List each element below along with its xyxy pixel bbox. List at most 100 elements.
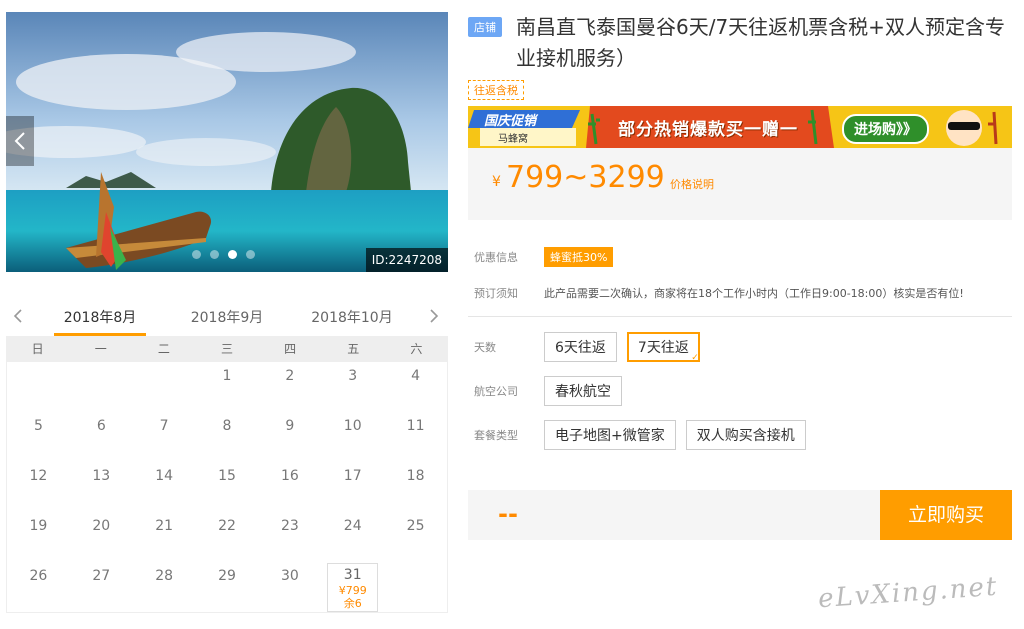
- image-id-label: ID:2247208: [365, 248, 448, 272]
- divider: [468, 316, 1012, 317]
- day-number: 26: [29, 568, 48, 584]
- weekday-label: 六: [410, 342, 423, 356]
- info-section: 优惠信息 蜂蜜抵30% 预订须知 此产品需要二次确认，商家将在18个工作小时内（…: [468, 244, 1014, 306]
- calendar-day: 15: [196, 462, 259, 512]
- day-number: 17: [343, 468, 362, 484]
- calendar-day: 16: [258, 462, 321, 512]
- calendar-day: 9: [258, 412, 321, 462]
- calendar-day: 25: [384, 512, 447, 562]
- title-row: 店铺 南昌直飞泰国曼谷6天/7天往返机票含税+双人预定含专业接机服务）: [468, 12, 1014, 74]
- calendar-day: 19: [7, 512, 70, 562]
- banner-enter-button[interactable]: 进场购》》: [842, 114, 929, 144]
- chevron-right-icon: [430, 309, 439, 323]
- day-number: 8: [222, 418, 232, 434]
- day-number: 24: [343, 518, 362, 534]
- notice-text: 此产品需要二次确认，商家将在18个工作小时内（工作日9:00-18:00）核实是…: [544, 287, 964, 300]
- promo-banner[interactable]: 国庆促销 马蜂窝 部分热销爆款买一赠一 进场购》》: [468, 106, 1012, 148]
- calendar-prev-button[interactable]: [8, 304, 28, 328]
- calendar-next-button[interactable]: [424, 304, 444, 328]
- gallery-dot[interactable]: [228, 250, 237, 259]
- price-explain-link[interactable]: 价格说明: [670, 176, 714, 192]
- day-number: 27: [92, 568, 111, 584]
- gallery-photo: [6, 12, 448, 272]
- weekday-label: 日: [31, 342, 44, 356]
- calendar-day: 29: [196, 562, 259, 612]
- day-number: 4: [411, 368, 421, 384]
- date-calendar: 2018年8月 2018年9月 2018年10月 日一二三四五六 1234567…: [6, 298, 448, 613]
- option-selector: 天数 6天往返 7天往返 航空公司 春秋航空 套餐类型 电子地图+微管家 双人购…: [468, 331, 1014, 451]
- day-number: 14: [155, 468, 174, 484]
- gallery-dot[interactable]: [210, 250, 219, 259]
- chevron-left-icon: [13, 309, 22, 323]
- day-number: 15: [218, 468, 236, 484]
- option-map-butler[interactable]: 电子地图+微管家: [544, 420, 676, 450]
- calendar-day: 20: [70, 512, 133, 562]
- photo-gallery: ID:2247208: [6, 12, 448, 272]
- chevron-left-icon: [14, 132, 25, 150]
- month-tab-2[interactable]: 2018年9月: [181, 307, 273, 327]
- day-number: 7: [159, 418, 169, 434]
- calendar-day: 22: [196, 512, 259, 562]
- price-box: ¥ 799~3299 价格说明: [468, 148, 1012, 220]
- gallery-dot[interactable]: [192, 250, 201, 259]
- days-row: 天数 6天往返 7天往返: [468, 331, 1014, 363]
- calendar-day: 5: [7, 412, 70, 462]
- calendar-day: 3: [321, 362, 384, 412]
- calendar-empty: [384, 562, 447, 612]
- day-number: 22: [218, 518, 236, 534]
- promo-label: 优惠信息: [474, 251, 518, 264]
- shop-badge[interactable]: 店铺: [468, 17, 502, 37]
- day-number: 20: [92, 518, 111, 534]
- weekday-label: 四: [284, 342, 297, 356]
- tax-included-tag: 往返含税: [468, 80, 524, 100]
- calendar-day: 1: [196, 362, 259, 412]
- calendar-day: 27: [70, 562, 133, 612]
- calendar-day: 6: [70, 412, 133, 462]
- day-number: 12: [29, 468, 48, 484]
- notice-row: 预订须知 此产品需要二次确认，商家将在18个工作小时内（工作日9:00-18:0…: [468, 280, 1014, 306]
- buy-now-button[interactable]: 立即购买: [880, 490, 1012, 540]
- day-price: ¥799: [338, 584, 367, 597]
- day-number: 2: [285, 368, 295, 384]
- calendar-day: 24: [321, 512, 384, 562]
- day-number: 9: [285, 418, 295, 434]
- calendar-day: 13: [70, 462, 133, 512]
- calendar-day: 17: [321, 462, 384, 512]
- gallery-dot[interactable]: [246, 250, 255, 259]
- option-6-days[interactable]: 6天往返: [544, 332, 617, 362]
- calendar-day: 11: [384, 412, 447, 462]
- option-pickup[interactable]: 双人购买含接机: [685, 420, 806, 450]
- total-price: --: [498, 500, 518, 528]
- calendar-day: 23: [258, 512, 321, 562]
- calendar-day: 21: [133, 512, 196, 562]
- day-number: 29: [218, 568, 236, 584]
- day-number: 3: [348, 368, 358, 384]
- day-stock: 余6: [343, 597, 362, 610]
- calendar-days: 1 2 3 4 5 6 7 8 9 10 11 12 13 14 15 16 17 18 19 20 21 22 23 24 2…: [6, 362, 448, 613]
- promo-row: 优惠信息 蜂蜜抵30%: [468, 244, 1014, 270]
- calendar-empty: [70, 362, 133, 412]
- option-spring-airlines[interactable]: 春秋航空: [544, 376, 622, 406]
- product-panel: 店铺 南昌直飞泰国曼谷6天/7天往返机票含税+双人预定含专业接机服务） 往返含税…: [468, 12, 1014, 540]
- gallery-pagination: [192, 250, 255, 259]
- day-number: 1: [222, 368, 232, 384]
- month-tab-3[interactable]: 2018年10月: [306, 307, 398, 327]
- price-range: 799~3299: [506, 160, 665, 195]
- airline-label: 航空公司: [474, 385, 518, 398]
- month-tabs: 2018年8月 2018年9月 2018年10月: [6, 298, 448, 336]
- currency-symbol: ¥: [492, 174, 501, 190]
- day-number: 13: [92, 468, 111, 484]
- product-title: 南昌直飞泰国曼谷6天/7天往返机票含税+双人预定含专业接机服务）: [516, 15, 1005, 70]
- banner-headline: 部分热销爆款买一赠一: [618, 120, 798, 140]
- day-number: 19: [29, 518, 48, 534]
- calendar-day-available[interactable]: 31 ¥799 余6: [327, 563, 379, 612]
- gallery-prev-button[interactable]: [6, 116, 34, 166]
- banner-sub-brand: 马蜂窝: [498, 134, 528, 145]
- month-tab-1[interactable]: 2018年8月: [54, 307, 146, 336]
- calendar-day: 4: [384, 362, 447, 412]
- day-number: 6: [96, 418, 106, 434]
- day-number: 5: [33, 418, 43, 434]
- option-7-days[interactable]: 7天往返: [626, 332, 700, 363]
- calendar-empty: [7, 362, 70, 412]
- day-number: 28: [155, 568, 174, 584]
